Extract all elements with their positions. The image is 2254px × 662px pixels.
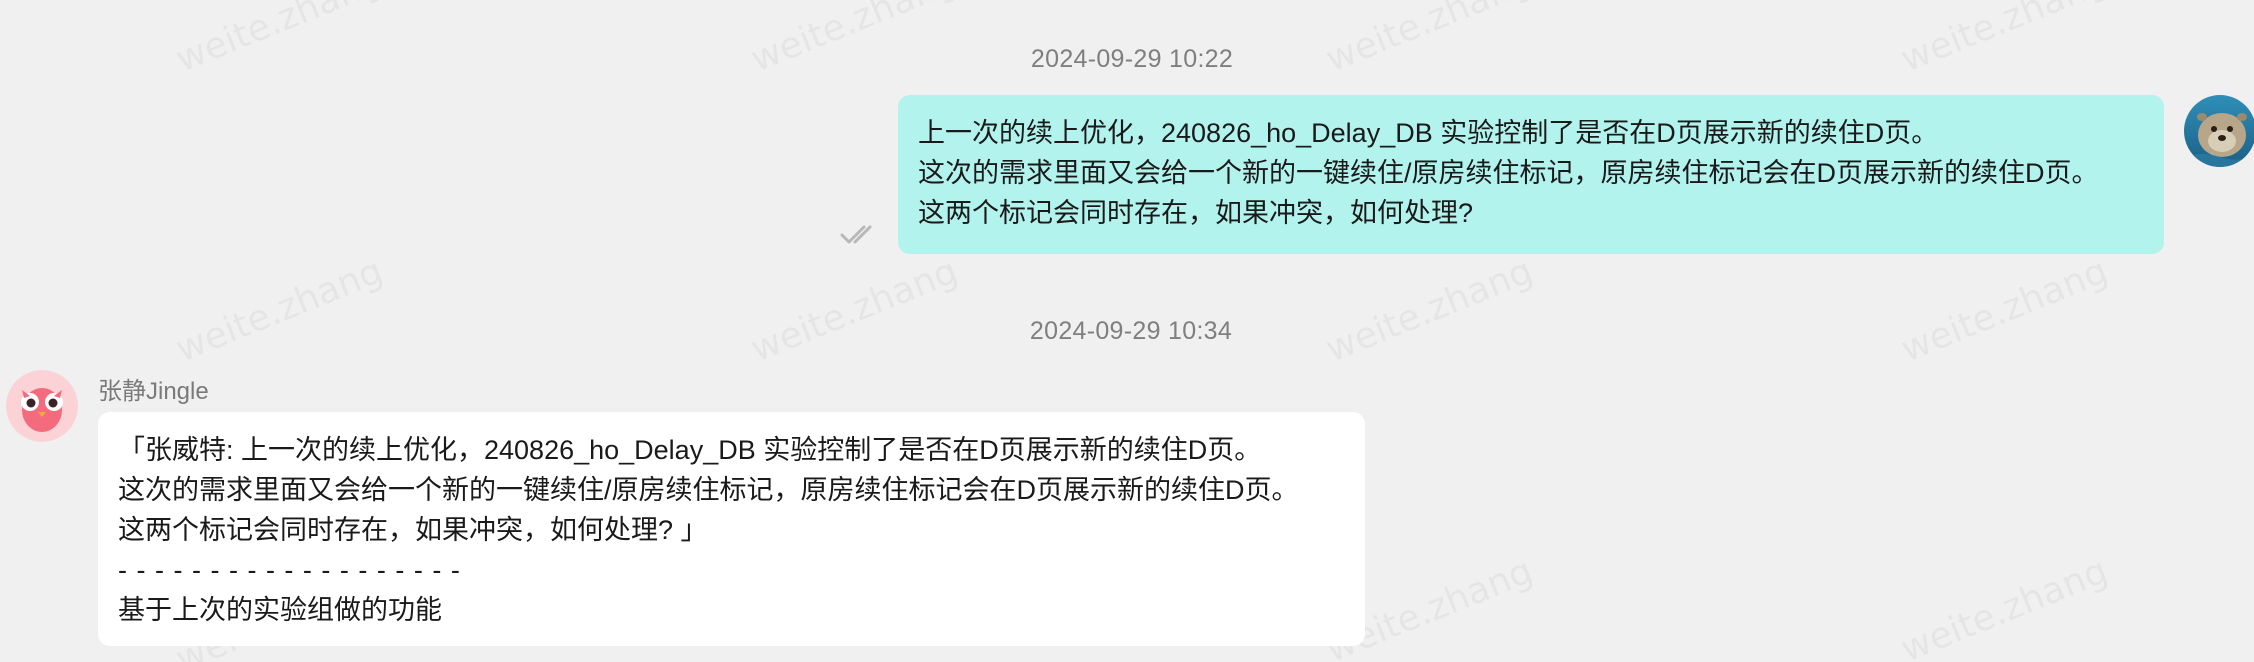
otter-avatar[interactable] — [2184, 95, 2254, 167]
message-line: 「张威特: 上一次的续上优化，240826_ho_Delay_DB 实验控制了是… — [118, 435, 1262, 465]
message-line: 基于上次的实验组做的功能 — [118, 595, 442, 625]
message-line: 这两个标记会同时存在，如果冲突，如何处理? 」 — [118, 515, 708, 545]
incoming-message-bubble[interactable]: 「张威特: 上一次的续上优化，240826_ho_Delay_DB 实验控制了是… — [98, 412, 1365, 646]
message-divider: - - - - - - - - - - - - - - - - - - - — [118, 555, 461, 585]
watermark: weite.zhang — [1895, 251, 2113, 371]
sender-name: 张静Jingle — [98, 378, 209, 405]
pink-owl-avatar[interactable] — [6, 370, 78, 442]
message-line: 这次的需求里面又会给一个新的一键续住/原房续住标记，原房续住标记会在D页展示新的… — [118, 475, 1299, 505]
message-line: 这两个标记会同时存在，如果冲突，如何处理? — [918, 198, 1474, 228]
watermark: weite.zhang — [1895, 551, 2113, 662]
message-line: 这次的需求里面又会给一个新的一键续住/原房续住标记，原房续住标记会在D页展示新的… — [918, 158, 2099, 188]
watermark: weite.zhang — [745, 251, 963, 371]
message-timestamp: 2024-09-29 10:34 — [1029, 317, 1233, 345]
message-timestamp: 2024-09-29 10:22 — [1030, 45, 1234, 73]
watermark: weite.zhang — [170, 251, 388, 371]
watermark: weite.zhang — [1320, 251, 1538, 371]
outgoing-message-bubble[interactable]: 上一次的续上优化，240826_ho_Delay_DB 实验控制了是否在D页展示… — [898, 95, 2164, 254]
double-check-icon — [840, 222, 878, 246]
message-line: 上一次的续上优化，240826_ho_Delay_DB 实验控制了是否在D页展示… — [918, 118, 1939, 148]
